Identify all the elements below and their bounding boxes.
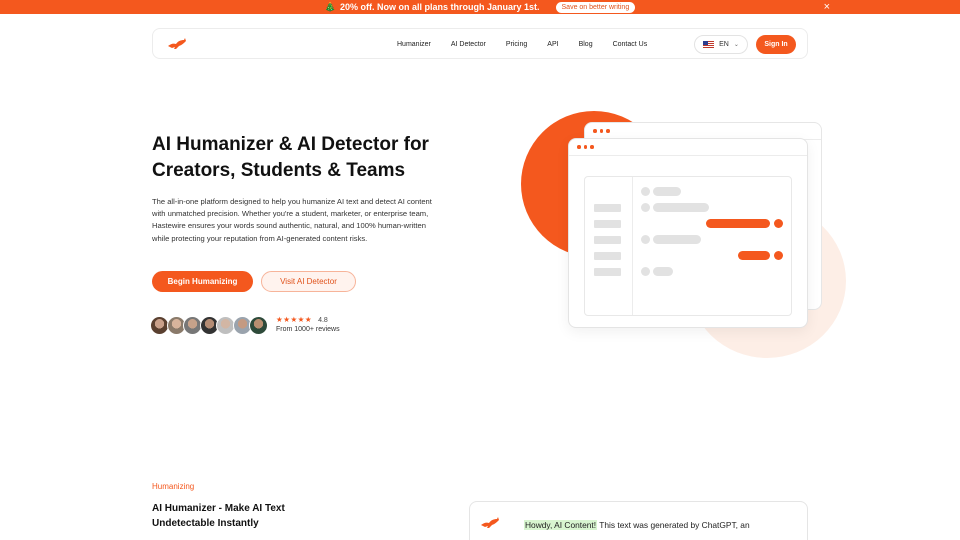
close-icon[interactable]: × — [824, 0, 830, 14]
window-dots-icon — [577, 145, 594, 149]
logo-icon — [481, 517, 499, 528]
nav-link-ai-detector[interactable]: AI Detector — [451, 41, 486, 48]
mock-chat-panel — [584, 176, 792, 316]
begin-humanizing-button[interactable]: Begin Humanizing — [152, 271, 253, 292]
demo-highlight: Howdy, AI Content! — [524, 520, 598, 530]
visit-ai-detector-button[interactable]: Visit AI Detector — [261, 271, 356, 292]
rating-score: 4.8 — [318, 317, 328, 324]
hero-title-line1: AI Humanizer & AI Detector for — [152, 134, 429, 155]
humanizer-demo-card: Howdy, AI Content! This text was generat… — [469, 501, 808, 540]
language-label: EN — [719, 41, 729, 48]
nav-links: Humanizer AI Detector Pricing API Blog C… — [397, 29, 647, 60]
rating-summary: ★★★★★ 4.8 From 1000+ reviews — [276, 315, 340, 333]
nav-link-blog[interactable]: Blog — [579, 41, 593, 48]
us-flag-icon — [703, 41, 715, 48]
nav-link-contact[interactable]: Contact Us — [613, 41, 648, 48]
logo-icon[interactable] — [167, 37, 187, 51]
language-selector[interactable]: EN ⌄ — [694, 35, 748, 54]
promo-cta-button[interactable]: Save on better writing — [555, 1, 636, 13]
promo-banner: 🎄 20% off. Now on all plans through Janu… — [0, 0, 960, 14]
demo-text: Howdy, AI Content! This text was generat… — [524, 520, 750, 530]
top-navbar: Humanizer AI Detector Pricing API Blog C… — [152, 28, 808, 59]
avatar — [249, 316, 268, 335]
promo-text: 20% off. Now on all plans through Januar… — [339, 2, 540, 12]
hero-description: The all-in-one platform designed to help… — [152, 197, 432, 243]
star-rating-icon: ★★★★★ — [276, 315, 313, 324]
hero-title-line2: Creators, Students & Teams — [152, 160, 406, 181]
demo-body: This text was generated by ChatGPT, an — [597, 520, 750, 530]
hero-title: AI Humanizer & AI Detector for Creators,… — [152, 132, 472, 184]
nav-link-humanizer[interactable]: Humanizer — [397, 41, 431, 48]
section-title: AI Humanizer - Make AI Text Undetectable… — [152, 503, 285, 529]
hero-illustration — [500, 100, 860, 380]
nav-link-pricing[interactable]: Pricing — [506, 41, 527, 48]
sign-in-button[interactable]: Sign In — [756, 35, 796, 54]
mock-window-front — [568, 138, 808, 328]
gift-icon: 🎄 — [324, 1, 336, 12]
section-label: Humanizing — [152, 482, 195, 491]
window-dots-icon — [593, 129, 610, 133]
chevron-down-icon: ⌄ — [733, 42, 739, 48]
nav-link-api[interactable]: API — [547, 41, 558, 48]
review-count: From 1000+ reviews — [276, 326, 340, 333]
